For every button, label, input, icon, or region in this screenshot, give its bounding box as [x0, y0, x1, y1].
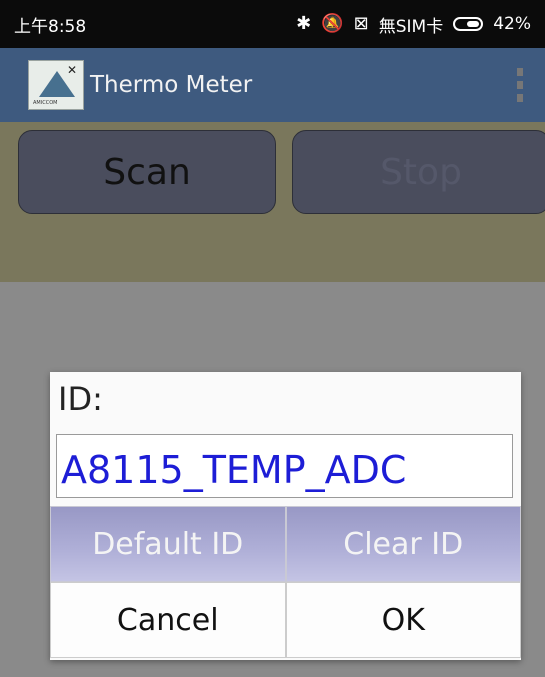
id-input[interactable] [56, 434, 513, 498]
app-logo: ✕ AMICCOM [28, 60, 84, 110]
stop-button[interactable]: Stop [292, 130, 545, 214]
cancel-button[interactable]: Cancel [50, 582, 286, 658]
id-buttons-row: Default ID Clear ID [50, 506, 521, 582]
id-dialog: ID: Default ID Clear ID Cancel OK [50, 372, 521, 660]
carrier-text: 無SIM卡 [378, 16, 444, 37]
status-time: 上午8:58 [14, 16, 87, 37]
status-bar: 上午8:58 ✱ 🔕 ⊠ 無SIM卡 42% [0, 0, 545, 48]
app-title: Thermo Meter [90, 72, 253, 98]
sim-x-icon: ⊠ [353, 13, 369, 34]
tools-icon: ✕ [66, 63, 77, 77]
logo-text: AMICCOM [33, 100, 58, 106]
default-id-button[interactable]: Default ID [50, 506, 286, 582]
bluetooth-icon: ✱ [296, 13, 312, 34]
id-label: ID: [58, 380, 103, 418]
ok-button[interactable]: OK [285, 582, 521, 658]
dialog-actions-row: Cancel OK [50, 582, 521, 658]
silent-icon: 🔕 [321, 13, 344, 34]
battery-icon [453, 17, 484, 31]
main-panel: Scan Stop [0, 122, 545, 282]
clear-id-button[interactable]: Clear ID [285, 506, 521, 582]
action-bar: ✕ AMICCOM Thermo Meter [0, 48, 545, 122]
overflow-menu-icon[interactable] [515, 68, 525, 102]
battery-percent: 42% [493, 14, 531, 34]
status-icons: ✱ 🔕 ⊠ 無SIM卡 42% [296, 12, 531, 37]
scan-button[interactable]: Scan [18, 130, 276, 214]
